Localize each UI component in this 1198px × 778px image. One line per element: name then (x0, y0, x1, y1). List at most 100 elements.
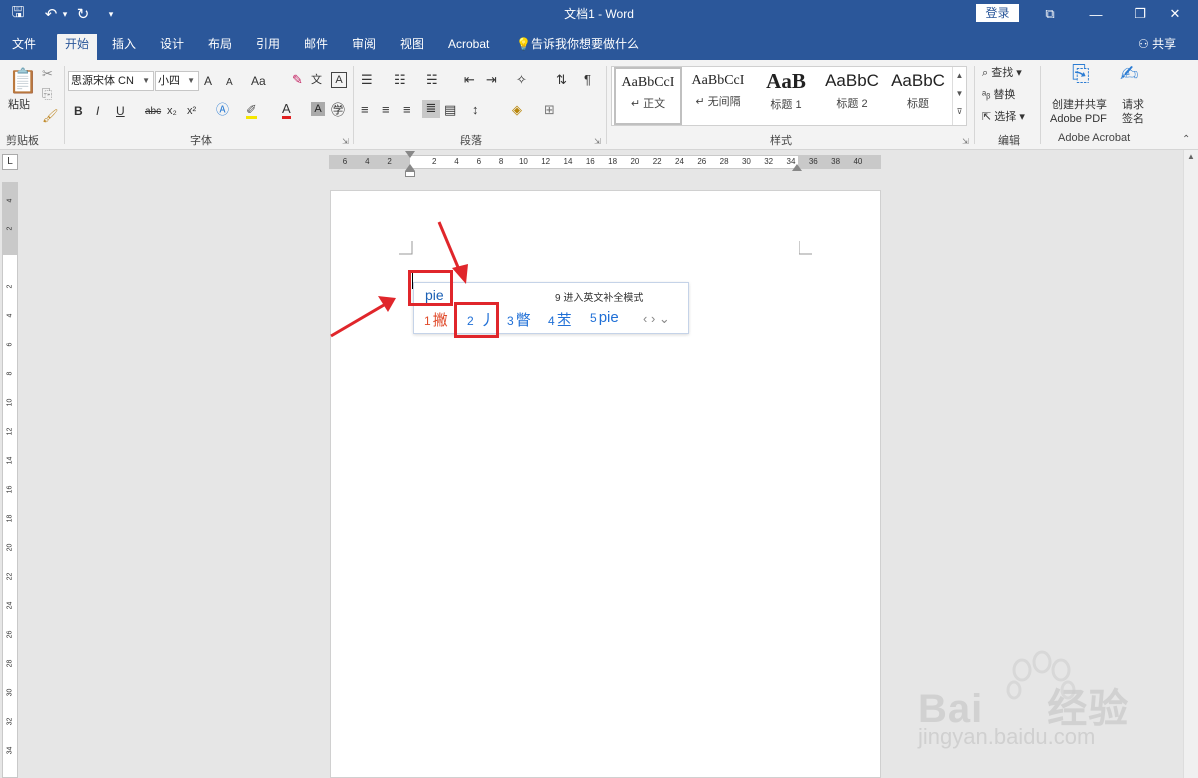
tab-home[interactable]: 开始 (57, 34, 97, 60)
copy-icon[interactable]: ⎘ (42, 86, 52, 102)
right-indent-marker[interactable] (792, 164, 802, 171)
italic-button[interactable]: I (96, 104, 99, 118)
shading-icon[interactable]: ◈ (512, 102, 522, 118)
shrink-font-button[interactable]: A (226, 76, 233, 90)
scroll-up-icon[interactable]: ▲ (1184, 152, 1198, 161)
styles-scroll[interactable]: ▲ ▼ ⊽ (952, 67, 966, 125)
login-button[interactable]: 登录 (976, 4, 1019, 22)
ribbon-display-options-icon[interactable]: ⧉ (1027, 0, 1073, 28)
paste-button-label[interactable]: 粘贴 (8, 98, 30, 112)
share-button[interactable]: ⚇ 共享 (1138, 34, 1176, 54)
ruler-tick-label: 26 (697, 157, 707, 166)
align-right-icon[interactable]: ≡ (403, 102, 411, 118)
tab-insert[interactable]: 插入 (108, 34, 140, 60)
font-name-dropdown[interactable]: 思源宋体 CN ▼ (68, 71, 154, 91)
style-title[interactable]: AaBbC 标题 (884, 67, 952, 125)
tab-mailings[interactable]: 邮件 (300, 34, 332, 60)
first-line-indent-marker[interactable] (405, 151, 415, 158)
collapse-ribbon-icon[interactable]: ⌃ (1182, 132, 1190, 148)
tab-design[interactable]: 设计 (156, 34, 188, 60)
style-heading-2[interactable]: AaBbC 标题 2 (818, 67, 886, 125)
find-button[interactable]: ⌕ 查找 ▾ (982, 66, 1022, 80)
candidate-text: 撇 (432, 312, 448, 329)
chinese-layout-icon[interactable]: ✧ (516, 72, 527, 88)
hanging-indent-marker[interactable] (405, 164, 415, 171)
ime-candidate-5[interactable]: 5 pie (590, 309, 619, 326)
style-no-spacing[interactable]: AaBbCcI ↵ 无间隔 (684, 67, 752, 125)
paste-icon[interactable]: 📋 (8, 68, 38, 96)
increase-indent-icon[interactable]: ⇥ (486, 72, 497, 88)
text-effects-icon[interactable]: Ⓐ (216, 102, 229, 118)
ime-candidate-4[interactable]: 4苤 (548, 309, 572, 330)
select-button[interactable]: ⇱ 选择 ▾ (982, 110, 1025, 124)
underline-button[interactable]: U (116, 104, 125, 118)
character-shading-icon[interactable]: A (311, 102, 325, 116)
numbering-icon[interactable]: ☷ (394, 72, 406, 88)
ime-page-nav[interactable]: ‹ › ⌄ (643, 311, 670, 327)
ruler-tick-label: 2 (6, 226, 14, 231)
grow-font-button[interactable]: A (204, 74, 212, 88)
subscript-button[interactable]: x₂ (167, 104, 177, 118)
phonetic-guide-icon[interactable]: 文 (311, 72, 322, 88)
request-signature-icon[interactable]: ✍ (1120, 63, 1138, 85)
ime-candidate-1[interactable]: 1撇 (424, 309, 448, 330)
show-marks-icon[interactable]: ¶ (584, 72, 591, 88)
paragraph-dialog-launcher-icon[interactable]: ⇲ (594, 134, 601, 150)
ime-candidate-3[interactable]: 3瞥 (507, 309, 531, 330)
styles-dialog-launcher-icon[interactable]: ⇲ (962, 134, 969, 150)
sort-icon[interactable]: ⇅ (556, 72, 567, 88)
highlight-color-icon[interactable]: ✐ (246, 102, 257, 119)
create-pdf-label-2[interactable]: Adobe PDF (1050, 112, 1107, 126)
change-case-button[interactable]: Aa (251, 74, 266, 88)
request-signature-label[interactable]: 请求 (1122, 98, 1144, 112)
create-pdf-icon[interactable]: ⎘ (1072, 63, 1090, 85)
bold-button[interactable]: B (74, 104, 83, 118)
style-heading-1[interactable]: AaB 标题 1 (752, 67, 820, 125)
minimize-button[interactable]: — (1073, 0, 1119, 28)
superscript-button[interactable]: x² (187, 104, 196, 118)
font-dialog-launcher-icon[interactable]: ⇲ (342, 134, 349, 150)
decrease-indent-icon[interactable]: ⇤ (464, 72, 475, 88)
ruler-tick-label: 4 (365, 157, 370, 166)
chevron-down-icon: ▼ (187, 76, 195, 85)
vertical-scrollbar[interactable]: ▲ (1183, 150, 1198, 778)
replace-button[interactable]: ᵃᵦ 替换 (982, 88, 1015, 102)
ruler-tick-label: 8 (6, 371, 14, 376)
align-center-icon[interactable]: ≡ (382, 102, 390, 118)
tab-review[interactable]: 审阅 (348, 34, 380, 60)
select-label: 选择 (994, 111, 1017, 123)
tab-layout[interactable]: 布局 (204, 34, 236, 60)
multilevel-list-icon[interactable]: ☵ (426, 72, 438, 88)
distributed-icon[interactable]: ▤ (444, 102, 456, 118)
tab-view[interactable]: 视图 (396, 34, 428, 60)
strikethrough-button[interactable]: abc (145, 105, 161, 119)
ime-english-mode-hint[interactable]: 9 进入英文补全模式 (555, 289, 643, 304)
borders-icon[interactable]: ⊞ (544, 102, 555, 118)
tell-me-search[interactable]: 💡告诉我你想要做什么 (516, 34, 639, 54)
tab-references[interactable]: 引用 (252, 34, 284, 60)
close-button[interactable]: ✕ (1152, 0, 1198, 28)
tab-file[interactable]: 文件 (8, 34, 40, 60)
enclose-characters-icon[interactable]: ㊫ (331, 102, 345, 118)
clear-formatting-icon[interactable]: ✎ (292, 72, 303, 88)
ruler-tick-label: 22 (6, 572, 14, 581)
tab-selector[interactable]: L (2, 154, 18, 170)
create-pdf-label[interactable]: 创建并共享 (1052, 98, 1107, 112)
vertical-ruler[interactable]: 4 2 2 4 6 8 10 12 14 16 18 20 22 24 26 28 30 32 34 (2, 182, 18, 778)
align-left-icon[interactable]: ≡ (361, 102, 369, 118)
style-normal[interactable]: AaBbCcI ↵ 正文 (614, 67, 682, 125)
character-border-icon[interactable]: A (331, 72, 347, 88)
cut-icon[interactable]: ✂ (42, 66, 53, 82)
styles-gallery[interactable]: AaBbCcI ↵ 正文 AaBbCcI ↵ 无间隔 AaB 标题 1 AaBb… (611, 66, 967, 126)
font-size-dropdown[interactable]: 小四 ▼ (155, 71, 199, 91)
tab-acrobat[interactable]: Acrobat (444, 34, 493, 60)
line-spacing-icon[interactable]: ↕ (472, 102, 479, 118)
request-signature-label-2[interactable]: 签名 (1122, 112, 1144, 126)
font-color-button[interactable]: A (282, 102, 291, 119)
justify-icon[interactable]: ≣ (422, 100, 440, 118)
style-name: ↵ 无间隔 (695, 96, 741, 108)
left-indent-marker[interactable] (405, 171, 415, 177)
ruler-tick-label: 22 (652, 157, 662, 166)
format-painter-icon[interactable]: 🖌 (42, 108, 59, 124)
bullets-icon[interactable]: ☰ (361, 72, 373, 88)
